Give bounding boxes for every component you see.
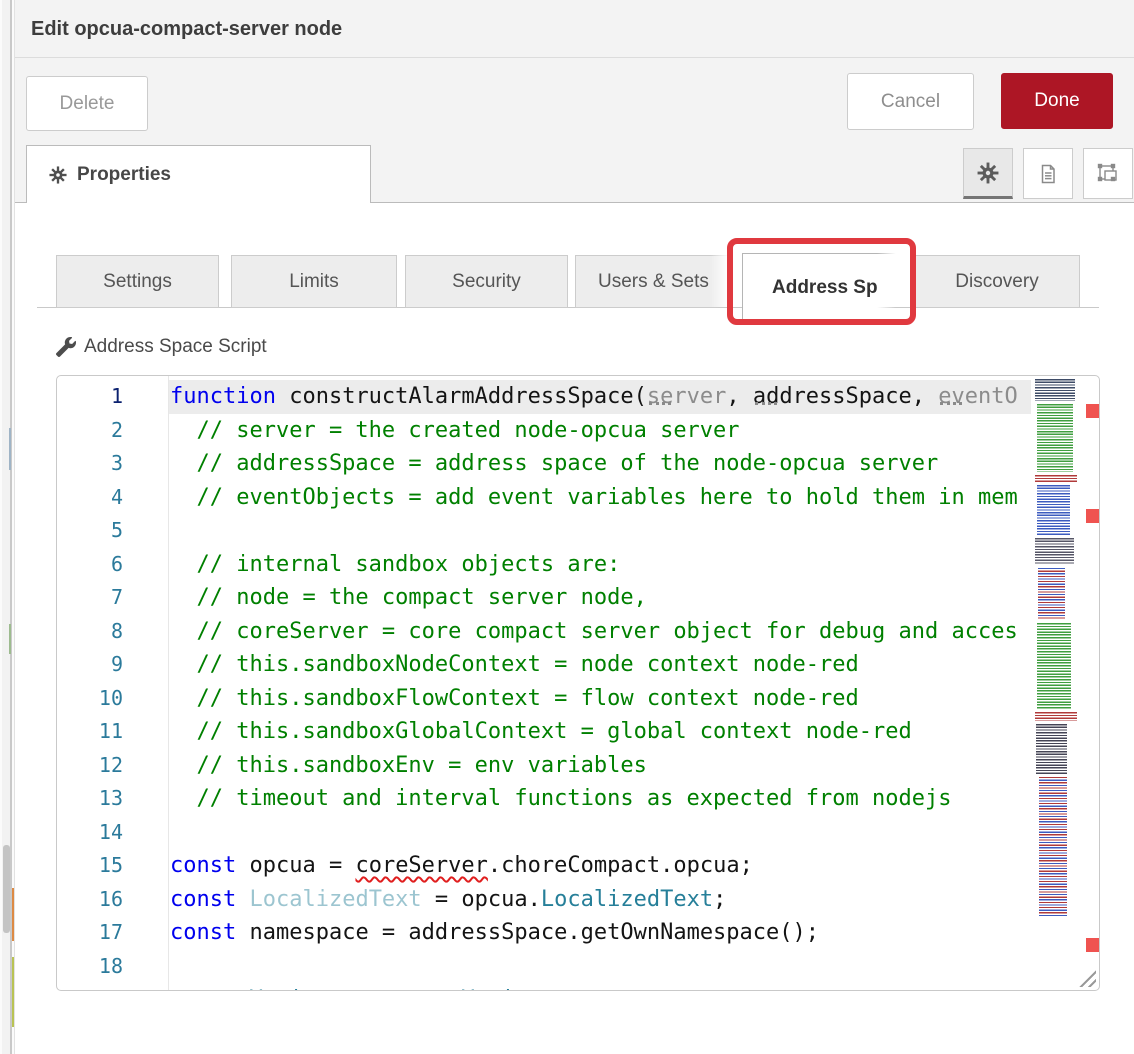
- code-line[interactable]: function constructAlarmAddressSpace(serv…: [170, 380, 1031, 414]
- code-line[interactable]: const opcua = coreServer.choreCompact.op…: [170, 849, 1031, 883]
- line-number: 7: [57, 581, 168, 615]
- line-number: 13: [57, 782, 168, 816]
- done-button[interactable]: Done: [1001, 73, 1113, 129]
- code-line[interactable]: const LocalizedText = opcua.LocalizedTex…: [170, 883, 1031, 917]
- background-node-fragment: [9, 624, 11, 654]
- line-number: 15: [57, 849, 168, 883]
- appearance-icon: [1095, 161, 1121, 187]
- line-number: 4: [57, 481, 168, 515]
- cancel-button[interactable]: Cancel: [847, 73, 974, 130]
- code-line[interactable]: // eventObjects = add event variables he…: [170, 481, 1031, 515]
- minimap-content: [1037, 404, 1073, 472]
- gear-icon: [977, 162, 999, 184]
- description-icon-button[interactable]: [1023, 148, 1073, 199]
- line-number: 8: [57, 615, 168, 649]
- code-line[interactable]: // this.sandboxNodeContext = node contex…: [170, 648, 1031, 682]
- editor-minimap[interactable]: [1032, 379, 1079, 907]
- minimap-content: [1035, 379, 1075, 401]
- code-area[interactable]: function constructAlarmAddressSpace(serv…: [170, 380, 1031, 991]
- code-line[interactable]: // timeout and interval functions as exp…: [170, 782, 1031, 816]
- wrench-icon: [56, 337, 76, 357]
- minimap-content: [1037, 623, 1071, 709]
- gear-icon: [49, 166, 67, 184]
- dialog-header: Edit opcua-compact-server node Delete Ca…: [15, 0, 1134, 203]
- code-line[interactable]: // server = the created node-opcua serve…: [170, 414, 1031, 448]
- line-number: 2: [57, 414, 168, 448]
- overview-ruler-marker[interactable]: [1086, 509, 1100, 523]
- tab-users-sets[interactable]: Users & Sets: [575, 255, 732, 308]
- code-line[interactable]: // internal sandbox objects are:: [170, 548, 1031, 582]
- edit-node-dialog: Edit opcua-compact-server node Delete Ca…: [14, 0, 1134, 1054]
- gutter-border: [168, 376, 169, 990]
- tab-security[interactable]: Security: [405, 255, 568, 308]
- tab-limits[interactable]: Limits: [231, 255, 397, 308]
- minimap-content: [1035, 712, 1077, 721]
- line-number: 1: [57, 380, 168, 414]
- document-icon: [1036, 162, 1060, 186]
- dialog-titlebar: Edit opcua-compact-server node: [15, 0, 1134, 58]
- line-number-gutter: 12345678910111213141516171819: [57, 380, 168, 991]
- editor-resize-grip[interactable]: [1074, 967, 1096, 987]
- code-line[interactable]: // coreServer = core compact server obje…: [170, 615, 1031, 649]
- section-label-text: Address Space Script: [84, 336, 267, 358]
- line-number: 5: [57, 514, 168, 548]
- line-number: 14: [57, 816, 168, 850]
- tab-properties[interactable]: Properties: [26, 145, 371, 203]
- minimap-content: [1038, 568, 1065, 620]
- tab-settings[interactable]: Settings: [56, 255, 219, 308]
- code-line[interactable]: // this.sandboxFlowContext = flow contex…: [170, 682, 1031, 716]
- delete-button[interactable]: Delete: [26, 76, 148, 131]
- line-number: 3: [57, 447, 168, 481]
- code-line[interactable]: const Variant = opcua.Variant;: [170, 983, 1031, 991]
- overview-ruler-marker[interactable]: [1086, 938, 1100, 952]
- dialog-body: SettingsLimitsSecurityUsers & SetsAddres…: [15, 203, 1134, 1054]
- properties-icon-button[interactable]: [963, 148, 1013, 199]
- line-number: 12: [57, 749, 168, 783]
- line-number: 11: [57, 715, 168, 749]
- line-number: 17: [57, 916, 168, 950]
- background-scrollbar-thumb[interactable]: [3, 845, 10, 933]
- code-line[interactable]: // node = the compact server node,: [170, 581, 1031, 615]
- line-number: 9: [57, 648, 168, 682]
- dialog-title: Edit opcua-compact-server node: [31, 0, 342, 58]
- code-line[interactable]: [170, 514, 1031, 548]
- line-number: 16: [57, 883, 168, 917]
- minimap-content: [1035, 475, 1077, 482]
- overview-ruler-marker[interactable]: [1086, 404, 1100, 418]
- code-line[interactable]: [170, 816, 1031, 850]
- background-node-fragment: [9, 428, 11, 470]
- code-line[interactable]: // this.sandboxEnv = env variables: [170, 749, 1031, 783]
- line-number: 18: [57, 950, 168, 984]
- tab-address-sp[interactable]: Address Sp: [742, 253, 899, 322]
- minimap-content: [1036, 724, 1067, 774]
- code-line[interactable]: const namespace = addressSpace.getOwnNam…: [170, 916, 1031, 950]
- minimap-content: [1037, 485, 1070, 535]
- minimap-content: [1035, 538, 1074, 565]
- section-label: Address Space Script: [56, 336, 267, 358]
- appearance-icon-button[interactable]: [1083, 148, 1133, 199]
- code-editor[interactable]: 12345678910111213141516171819 function c…: [56, 375, 1100, 991]
- tab-discovery[interactable]: Discovery: [914, 255, 1080, 308]
- line-number: 6: [57, 548, 168, 582]
- line-number: 10: [57, 682, 168, 716]
- code-line[interactable]: // addressSpace = address space of the n…: [170, 447, 1031, 481]
- tab-properties-label: Properties: [77, 164, 171, 186]
- screen: Edit opcua-compact-server node Delete Ca…: [0, 0, 1134, 1054]
- code-line[interactable]: // this.sandboxGlobalContext = global co…: [170, 715, 1031, 749]
- code-line[interactable]: [170, 950, 1031, 984]
- line-number: 19: [57, 983, 168, 991]
- background-workspace: [0, 0, 14, 1054]
- minimap-content: [1039, 777, 1067, 917]
